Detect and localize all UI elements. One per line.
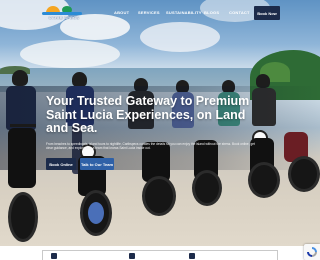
next-section [0,246,320,260]
nav-item-contact[interactable]: CONTACT [229,10,250,15]
brand-logo[interactable]: CARIB SPECS [40,6,84,22]
talk-to-team-button[interactable]: Talk to Our Team [80,158,114,170]
card-icon [51,253,57,259]
card-icon [189,253,195,259]
card-icon [129,253,135,259]
nav-item-about[interactable]: ABOUT [114,10,129,15]
nav-item-services[interactable]: SERVICES [138,10,160,15]
cloud [140,22,220,52]
brand-name: CARIB SPECS [48,15,80,20]
nav-item-blogs[interactable]: BLOGS [204,10,219,15]
book-now-button[interactable]: Book Now [254,6,280,20]
content-card [42,250,278,260]
hero-headline: Your Trusted Gateway to Premium Saint Lu… [46,94,250,135]
hero-subtext: From beaches to speedboats, island tours… [46,142,255,151]
cloud [20,40,120,68]
book-online-button[interactable]: Book Online [46,158,76,170]
hero-section: CARIB SPECS ABOUT SERVICES SUSTAINABILIT… [0,0,320,246]
top-nav: CARIB SPECS ABOUT SERVICES SUSTAINABILIT… [0,0,320,26]
recaptcha-badge[interactable] [304,244,320,260]
nav-item-sustainability[interactable]: SUSTAINABILITY [166,10,202,15]
recaptcha-icon [307,247,317,257]
